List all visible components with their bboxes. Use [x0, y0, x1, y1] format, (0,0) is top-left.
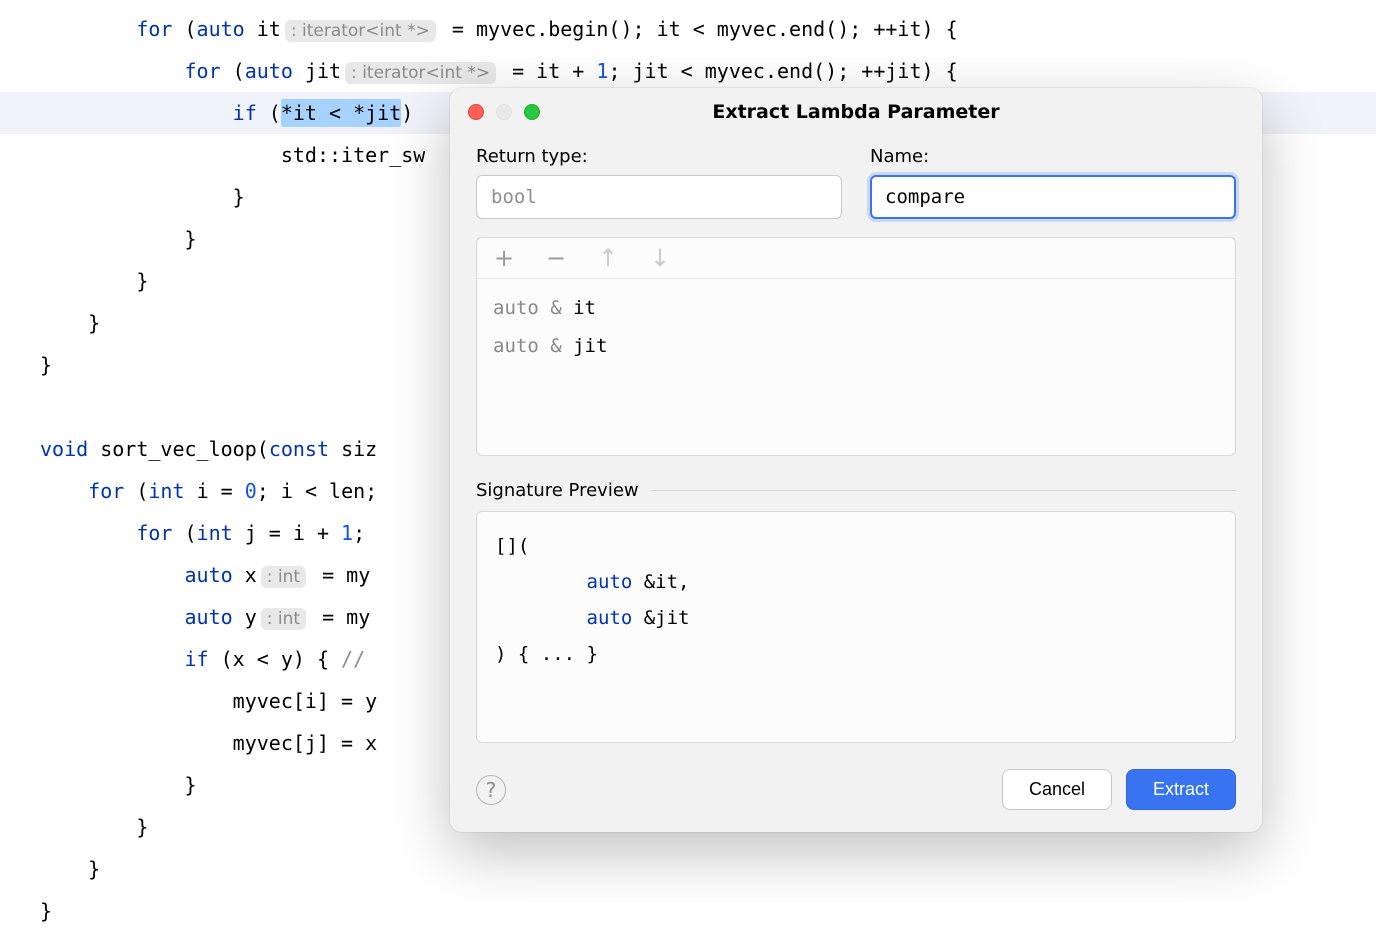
code-line[interactable]: } [0, 890, 1376, 932]
parameters-panel: + − ↑ ↓ auto & itauto & jit [476, 237, 1236, 456]
minimize-window-icon[interactable] [496, 104, 512, 120]
parameters-toolbar: + − ↑ ↓ [477, 238, 1235, 279]
code-line[interactable]: } [0, 848, 1376, 890]
dialog-title: Extract Lambda Parameter [450, 101, 1262, 123]
move-down-icon[interactable]: ↓ [649, 246, 671, 270]
extract-button[interactable]: Extract [1126, 769, 1236, 810]
extract-lambda-dialog: Extract Lambda Parameter Return type: Na… [450, 88, 1262, 832]
signature-preview-label: Signature Preview [476, 480, 1236, 501]
code-line[interactable]: for (auto jit: iterator<int *> = it + 1;… [0, 50, 1376, 92]
zoom-window-icon[interactable] [524, 104, 540, 120]
param-row[interactable]: auto & jit [493, 327, 1219, 365]
signature-preview: []( auto &it, auto &jit ) { ... } [476, 511, 1236, 743]
name-input[interactable] [870, 175, 1236, 219]
return-type-input[interactable] [476, 175, 842, 219]
add-param-icon[interactable]: + [493, 246, 515, 270]
param-row[interactable]: auto & it [493, 289, 1219, 327]
cancel-button[interactable]: Cancel [1002, 769, 1112, 810]
name-label: Name: [870, 146, 1236, 167]
dialog-titlebar: Extract Lambda Parameter [450, 88, 1262, 136]
code-line[interactable]: for (auto it: iterator<int *> = myvec.be… [0, 8, 1376, 50]
help-icon[interactable]: ? [476, 775, 506, 805]
return-type-label: Return type: [476, 146, 842, 167]
window-controls [468, 104, 540, 120]
move-up-icon[interactable]: ↑ [597, 246, 619, 270]
remove-param-icon[interactable]: − [545, 246, 567, 270]
close-window-icon[interactable] [468, 104, 484, 120]
parameters-list[interactable]: auto & itauto & jit [477, 279, 1235, 455]
